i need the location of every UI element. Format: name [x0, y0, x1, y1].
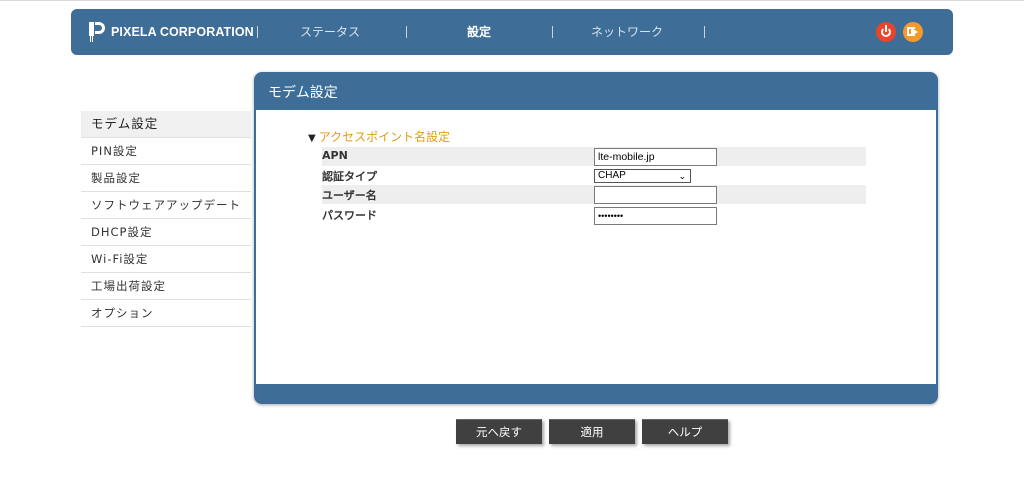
auth-type-select[interactable]: CHAP ⌄ — [594, 169, 691, 183]
logo-mark-icon — [89, 22, 107, 42]
password-label: パスワード — [322, 209, 377, 222]
sidebar-item-wifi-settings[interactable]: Wi-Fi設定 — [81, 246, 251, 273]
top-border — [0, 0, 1024, 1]
nav-settings[interactable]: 設定 — [467, 9, 491, 55]
sidebar-item-product-settings[interactable]: 製品設定 — [81, 165, 251, 192]
nav-network[interactable]: ネットワーク — [591, 9, 663, 55]
sidebar-item-dhcp-settings[interactable]: DHCP設定 — [81, 219, 251, 246]
power-icon[interactable] — [876, 22, 896, 42]
apn-label: APN — [322, 149, 348, 162]
auth-type-label: 認証タイプ — [322, 170, 377, 183]
sidebar-item-pin-settings[interactable]: PIN設定 — [81, 138, 251, 165]
nav-status[interactable]: ステータス — [300, 9, 360, 55]
password-row: パスワード •••••••• — [322, 205, 866, 225]
username-row: ユーザー名 — [322, 185, 866, 204]
nav-separator — [552, 26, 553, 38]
nav-separator — [406, 26, 407, 38]
sidebar-item-software-update[interactable]: ソフトウェアアップデート — [81, 192, 251, 219]
panel-title: モデム設定 — [268, 85, 338, 101]
auth-type-row: 認証タイプ CHAP ⌄ — [322, 166, 866, 185]
sidebar-item-modem-settings[interactable]: モデム設定 — [81, 111, 251, 138]
chevron-down-icon: ⌄ — [678, 171, 686, 181]
sidebar-item-factory-settings[interactable]: 工場出荷設定 — [81, 273, 251, 300]
panel-body: ▼ アクセスポイント名設定 APN lte-mobile.jp 認証タイプ CHA… — [256, 110, 936, 384]
apn-row: APN lte-mobile.jp — [322, 147, 866, 166]
help-button[interactable]: ヘルプ — [642, 419, 728, 444]
nav-separator — [257, 26, 258, 38]
header-bar: PIXELA CORPORATION ステータス 設定 ネットワーク — [71, 9, 953, 55]
logo-text: PIXELA CORPORATION — [111, 25, 254, 39]
apply-button[interactable]: 適用 — [549, 419, 635, 444]
company-logo: PIXELA CORPORATION — [89, 22, 254, 42]
nav-separator — [704, 26, 705, 38]
logout-icon[interactable] — [903, 22, 923, 42]
apn-section-title[interactable]: ▼ アクセスポイント名設定 — [308, 128, 450, 145]
section-title-text: アクセスポイント名設定 — [318, 130, 451, 144]
apn-input[interactable]: lte-mobile.jp — [594, 148, 717, 166]
collapse-triangle-icon: ▼ — [308, 133, 316, 144]
username-input[interactable] — [594, 186, 717, 204]
password-input[interactable]: •••••••• — [594, 207, 717, 225]
settings-sidebar: モデム設定 PIN設定 製品設定 ソフトウェアアップデート DHCP設定 Wi-… — [81, 111, 251, 327]
sidebar-item-options[interactable]: オプション — [81, 300, 251, 327]
modem-settings-panel: モデム設定 ▼ アクセスポイント名設定 APN lte-mobile.jp 認証タ… — [254, 72, 938, 404]
panel-footer — [254, 384, 938, 404]
username-label: ユーザー名 — [322, 189, 377, 202]
revert-button[interactable]: 元へ戻す — [456, 419, 542, 444]
auth-type-value: CHAP — [598, 170, 626, 181]
